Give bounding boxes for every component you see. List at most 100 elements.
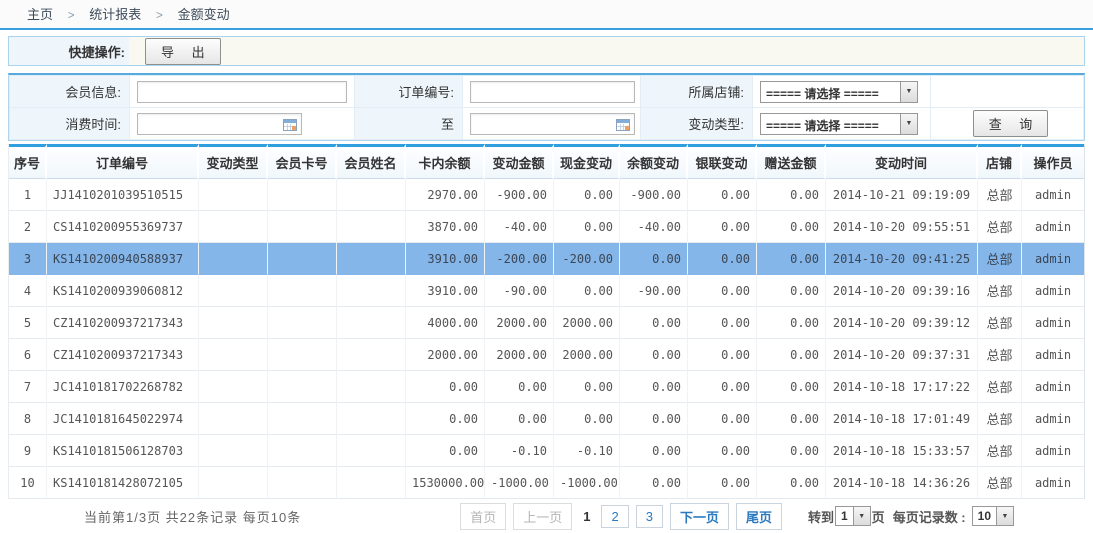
- order-no-cell: KS1410200940588937: [47, 243, 199, 275]
- calendar-icon[interactable]: [283, 118, 297, 131]
- change-type-cell: [199, 211, 268, 243]
- member-card-cell: [268, 403, 337, 435]
- operator-cell: admin: [1022, 243, 1084, 275]
- order-no-cell: KS1410200939060812: [47, 275, 199, 307]
- page-number-current: 1: [579, 506, 594, 527]
- cash-change-cell: -200.00: [554, 243, 620, 275]
- card-balance-cell: 3910.00: [406, 243, 485, 275]
- date-to-label: 至: [355, 108, 463, 140]
- change-type-cell: [199, 275, 268, 307]
- member-info-input[interactable]: [137, 81, 347, 103]
- order-no-cell: KS1410181428072105: [47, 467, 199, 499]
- shop-select-value: ===== 请选择 =====: [761, 82, 900, 102]
- cash-change-cell: 0.00: [554, 371, 620, 403]
- change-amount-cell: -900.00: [485, 179, 554, 211]
- member-card-cell: [268, 435, 337, 467]
- col-header-balance-change: 余额变动: [620, 144, 688, 179]
- page-number-2[interactable]: 2: [601, 505, 628, 528]
- seq-cell: 7: [9, 371, 47, 403]
- col-header-gift-amount: 赠送金额: [757, 144, 826, 179]
- member-name-cell: [337, 307, 406, 339]
- page-number-3[interactable]: 3: [636, 505, 663, 528]
- seq-cell: 9: [9, 435, 47, 467]
- gift-amount-cell: 0.00: [757, 307, 826, 339]
- export-button[interactable]: 导 出: [145, 38, 221, 65]
- shop-cell: 总部: [978, 179, 1022, 211]
- change-time-cell: 2014-10-18 14:36:26: [826, 467, 978, 499]
- gift-amount-cell: 0.00: [757, 275, 826, 307]
- table-row[interactable]: 7JC14101817022687820.000.000.000.000.000…: [9, 371, 1084, 403]
- member-card-cell: [268, 243, 337, 275]
- member-card-cell: [268, 275, 337, 307]
- change-time-cell: 2014-10-18 17:17:22: [826, 371, 978, 403]
- last-page-button[interactable]: 尾页: [736, 503, 782, 530]
- calendar-icon[interactable]: [616, 118, 630, 131]
- balance-change-cell: -900.00: [620, 179, 688, 211]
- shop-cell: 总部: [978, 435, 1022, 467]
- operator-cell: admin: [1022, 467, 1084, 499]
- first-page-button[interactable]: 首页: [460, 503, 506, 530]
- shop-cell: 总部: [978, 243, 1022, 275]
- chevron-down-icon: ▼: [853, 507, 870, 525]
- operator-cell: admin: [1022, 435, 1084, 467]
- operator-cell: admin: [1022, 275, 1084, 307]
- cash-change-cell: 0.00: [554, 275, 620, 307]
- change-time-cell: 2014-10-18 17:01:49: [826, 403, 978, 435]
- goto-page-select[interactable]: 1 ▼: [835, 506, 871, 526]
- member-card-cell: [268, 339, 337, 371]
- member-name-cell: [337, 435, 406, 467]
- table-row-selected[interactable]: 3KS14102009405889373910.00-200.00-200.00…: [9, 243, 1084, 275]
- card-balance-cell: 3870.00: [406, 211, 485, 243]
- card-balance-cell: 0.00: [406, 435, 485, 467]
- seq-cell: 1: [9, 179, 47, 211]
- change-time-cell: 2014-10-20 09:39:12: [826, 307, 978, 339]
- page-jump: 转到 1 ▼ 页 每页记录数 : 10 ▼: [808, 506, 1015, 526]
- balance-change-cell: 0.00: [620, 467, 688, 499]
- breadcrumb-reports[interactable]: 统计报表: [89, 7, 141, 22]
- shop-select[interactable]: ===== 请选择 ===== ▼: [760, 81, 918, 103]
- shop-cell: 总部: [978, 339, 1022, 371]
- change-amount-cell: 2000.00: [485, 307, 554, 339]
- chevron-down-icon: ▼: [996, 507, 1013, 525]
- table-row[interactable]: 4KS14102009390608123910.00-90.000.00-90.…: [9, 275, 1084, 307]
- prev-page-button[interactable]: 上一页: [513, 503, 572, 530]
- table-row[interactable]: 8JC14101816450229740.000.000.000.000.000…: [9, 403, 1084, 435]
- consume-time-from-input[interactable]: [137, 113, 302, 135]
- col-header-cash-change: 现金变动: [554, 144, 620, 179]
- table-row[interactable]: 9KS14101815061287030.00-0.10-0.100.000.0…: [9, 435, 1084, 467]
- next-page-button[interactable]: 下一页: [670, 503, 729, 530]
- breadcrumb-home[interactable]: 主页: [27, 7, 53, 22]
- table-row[interactable]: 10KS14101814280721051530000.00-1000.00-1…: [9, 467, 1084, 499]
- gift-amount-cell: 0.00: [757, 211, 826, 243]
- order-no-cell: CS1410200955369737: [47, 211, 199, 243]
- page-size-label: 每页记录数 :: [893, 507, 966, 526]
- balance-change-cell: -40.00: [620, 211, 688, 243]
- breadcrumb: 主页 > 统计报表 > 金额变动: [0, 0, 1093, 30]
- quick-actions-label: 快捷操作:: [69, 42, 125, 61]
- operator-cell: admin: [1022, 371, 1084, 403]
- table-row[interactable]: 2CS14102009553697373870.00-40.000.00-40.…: [9, 211, 1084, 243]
- consume-time-label: 消费时间:: [10, 108, 130, 140]
- order-no-input[interactable]: [470, 81, 635, 103]
- col-header-change-time: 变动时间: [826, 144, 978, 179]
- change-type-select[interactable]: ===== 请选择 ===== ▼: [760, 113, 918, 135]
- order-no-cell: JC1410181702268782: [47, 371, 199, 403]
- goto-label: 转到: [808, 507, 834, 526]
- col-header-change-amount: 变动金额: [485, 144, 554, 179]
- table-row[interactable]: 5CZ14102009372173434000.002000.002000.00…: [9, 307, 1084, 339]
- search-button[interactable]: 查 询: [973, 110, 1049, 137]
- change-type-cell: [199, 339, 268, 371]
- change-amount-cell: -200.00: [485, 243, 554, 275]
- seq-cell: 5: [9, 307, 47, 339]
- page-size-select[interactable]: 10 ▼: [972, 506, 1014, 526]
- change-time-cell: 2014-10-20 09:37:31: [826, 339, 978, 371]
- unionpay-change-cell: 0.00: [688, 467, 757, 499]
- table-row[interactable]: 6CZ14102009372173432000.002000.002000.00…: [9, 339, 1084, 371]
- cash-change-cell: -1000.00: [554, 467, 620, 499]
- change-type-cell: [199, 371, 268, 403]
- table-row[interactable]: 1JJ14102010395105152970.00-900.000.00-90…: [9, 179, 1084, 211]
- col-header-shop: 店铺: [978, 144, 1022, 179]
- card-balance-cell: 2000.00: [406, 339, 485, 371]
- seq-cell: 4: [9, 275, 47, 307]
- consume-time-to-input[interactable]: [470, 113, 635, 135]
